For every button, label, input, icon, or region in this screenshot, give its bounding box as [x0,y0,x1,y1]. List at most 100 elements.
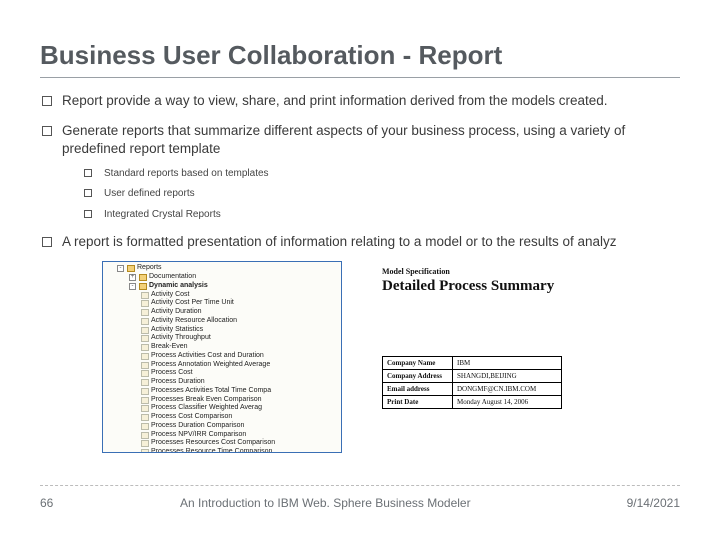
table-row: Company NameIBM [383,356,562,369]
tree-item: Process Cost [107,369,339,378]
sub-bullets: Standard reports based on templates User… [62,167,680,222]
tree-item-label: Processes Resources Cost Comparison [151,439,275,448]
table-row: Email addressDONGMF@CN.IBM.COM [383,382,562,395]
tree-item-label: Process Activities Cost and Duration [151,352,264,361]
file-icon [141,335,149,342]
table-cell-label: Company Address [383,369,453,382]
tree-item: Activity Cost Per Time Unit [107,299,339,308]
tree-item: Activity Duration [107,308,339,317]
footer-divider [40,485,680,486]
folder-icon [127,265,135,272]
file-icon [141,432,149,439]
file-icon [141,423,149,430]
tree-item-label: Process Cost Comparison [151,413,232,422]
tree-item: Activity Cost [107,291,339,300]
table-cell-label: Company Name [383,356,453,369]
tree-branch-dyn: - Dynamic analysis [107,282,339,291]
tree-item-label: Process Duration [151,378,205,387]
table-cell-label: Email address [383,382,453,395]
tree-item: Process Activities Cost and Duration [107,352,339,361]
tree-item-label: Break-Even [151,343,188,352]
report-title: Detailed Process Summary [382,278,592,295]
tree-item: Break-Even [107,343,339,352]
tree-view: - Reports + Documentation - Dynamic anal… [102,261,342,453]
file-icon [141,379,149,386]
tree-item-label: Processes Activities Total Time Compa [151,387,271,396]
tree-item: Processes Break Even Comparison [107,396,339,405]
file-icon [141,300,149,307]
tree-item-label: Activity Throughput [151,334,211,343]
file-icon [141,344,149,351]
tree-item: Activity Throughput [107,334,339,343]
footer-date: 9/14/2021 [627,496,680,510]
tree-item: Activity Resource Allocation [107,317,339,326]
file-icon [141,414,149,421]
file-icon [141,353,149,360]
footer-title: An Introduction to IBM Web. Sphere Busin… [180,496,627,510]
footer: 66 An Introduction to IBM Web. Sphere Bu… [40,485,680,510]
expander-icon: - [117,265,124,272]
page-number: 66 [40,496,100,510]
tree-item-label: Process NPV/IRR Comparison [151,431,246,440]
table-row: Company AddressSHANGDI,BEIJING [383,369,562,382]
table-cell-value: Monday August 14, 2006 [453,395,562,408]
bullet-3-text: A report is formatted presentation of in… [62,234,617,249]
tree-item: Process Cost Comparison [107,413,339,422]
file-icon [141,397,149,404]
tree-item: Process Annotation Weighted Average [107,361,339,370]
tree-root: - Reports [107,264,339,273]
file-icon [141,318,149,325]
tree-item: Processes Activities Total Time Compa [107,387,339,396]
tree-item-label: Activity Cost [151,291,190,300]
tree-item-label: Activity Statistics [151,326,203,335]
tree-item-label: Processes Resource Time Comparison [151,448,272,453]
page-title: Business User Collaboration - Report [40,40,680,71]
file-icon [141,370,149,377]
file-icon [141,362,149,369]
table-cell-value: SHANGDI,BEIJING [453,369,562,382]
tree-root-label: Reports [137,264,162,273]
sub-bullet-1: Standard reports based on templates [82,167,680,181]
table-cell-value: IBM [453,356,562,369]
bullet-1: Report provide a way to view, share, and… [40,92,680,110]
sub-bullet-3: Integrated Crystal Reports [82,208,680,222]
sub-bullet-2: User defined reports [82,187,680,201]
tree-item-label: Process Cost [151,369,193,378]
tree-branch-dyn-label: Dynamic analysis [149,282,208,289]
tree-item: Process NPV/IRR Comparison [107,431,339,440]
folder-icon [139,274,147,281]
table-row: Print DateMonday August 14, 2006 [383,395,562,408]
tree-branch-doc-label: Documentation [149,273,196,282]
tree-item: Processes Resources Cost Comparison [107,439,339,448]
file-icon [141,292,149,299]
tree-branch-doc: + Documentation [107,273,339,282]
bullet-3: A report is formatted presentation of in… [40,233,680,251]
tree-item: Process Duration [107,378,339,387]
tree-item: Process Classifier Weighted Averag [107,404,339,413]
tree-item: Processes Resource Time Comparison [107,448,339,453]
file-icon [141,405,149,412]
report-preview: Model Specification Detailed Process Sum… [382,261,592,408]
report-table: Company NameIBMCompany AddressSHANGDI,BE… [382,356,562,409]
folder-icon [139,283,147,290]
bullet-2-text: Generate reports that summarize differen… [62,123,625,156]
tree-item-label: Activity Resource Allocation [151,317,237,326]
tree-item-label: Process Classifier Weighted Averag [151,404,262,413]
expander-icon: + [129,274,136,281]
table-cell-label: Print Date [383,395,453,408]
bullet-1-text: Report provide a way to view, share, and… [62,93,608,108]
tree-item-label: Activity Duration [151,308,202,317]
figure-row: - Reports + Documentation - Dynamic anal… [102,261,680,453]
bullets-list: Report provide a way to view, share, and… [40,92,680,251]
table-cell-value: DONGMF@CN.IBM.COM [453,382,562,395]
file-icon [141,449,149,453]
tree-item: Process Duration Comparison [107,422,339,431]
tree-item-label: Process Duration Comparison [151,422,244,431]
tree-item-label: Processes Break Even Comparison [151,396,262,405]
file-icon [141,440,149,447]
file-icon [141,388,149,395]
file-icon [141,327,149,334]
tree-item-label: Activity Cost Per Time Unit [151,299,234,308]
title-underline [40,77,680,78]
expander-icon: - [129,283,136,290]
